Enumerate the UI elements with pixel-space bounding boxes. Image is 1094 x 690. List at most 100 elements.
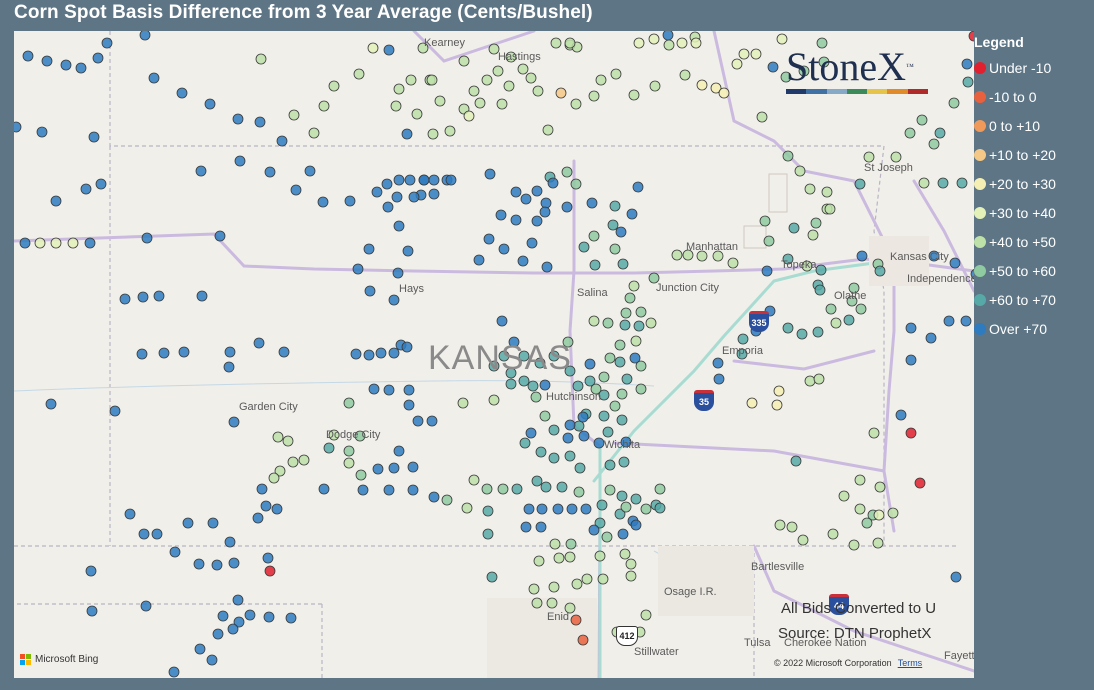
basis-point[interactable] (223, 361, 235, 373)
basis-point[interactable] (645, 317, 657, 329)
basis-point[interactable] (580, 503, 592, 515)
basis-point[interactable] (874, 481, 886, 493)
basis-point[interactable] (649, 80, 661, 92)
basis-point[interactable] (794, 165, 806, 177)
basis-point[interactable] (593, 437, 605, 449)
basis-point[interactable] (256, 483, 268, 495)
basis-point[interactable] (887, 507, 899, 519)
basis-point[interactable] (298, 454, 310, 466)
basis-point[interactable] (676, 37, 688, 49)
basis-point[interactable] (581, 573, 593, 585)
basis-point[interactable] (148, 72, 160, 84)
basis-point[interactable] (621, 373, 633, 385)
basis-point[interactable] (391, 191, 403, 203)
legend-item[interactable]: Over +70 (974, 314, 1094, 343)
basis-point[interactable] (761, 265, 773, 277)
basis-point[interactable] (630, 519, 642, 531)
basis-point[interactable] (566, 503, 578, 515)
basis-point[interactable] (552, 503, 564, 515)
basis-point[interactable] (548, 424, 560, 436)
basis-point[interactable] (786, 521, 798, 533)
basis-point[interactable] (383, 44, 395, 56)
basis-point[interactable] (34, 237, 46, 249)
basis-point[interactable] (578, 430, 590, 442)
basis-point[interactable] (484, 168, 496, 180)
basis-point[interactable] (137, 291, 149, 303)
basis-point[interactable] (22, 50, 34, 62)
basis-point[interactable] (782, 150, 794, 162)
basis-point[interactable] (375, 347, 387, 359)
basis-point[interactable] (263, 611, 275, 623)
basis-point[interactable] (428, 174, 440, 186)
basis-point[interactable] (602, 426, 614, 438)
basis-point[interactable] (574, 462, 586, 474)
basis-point[interactable] (625, 570, 637, 582)
basis-point[interactable] (461, 502, 473, 514)
basis-point[interactable] (541, 261, 553, 273)
basis-point[interactable] (495, 209, 507, 221)
basis-point[interactable] (788, 222, 800, 234)
basis-point[interactable] (712, 357, 724, 369)
basis-point[interactable] (510, 214, 522, 226)
basis-point[interactable] (287, 456, 299, 468)
basis-point[interactable] (731, 58, 743, 70)
basis-point[interactable] (482, 505, 494, 517)
basis-point[interactable] (525, 72, 537, 84)
basis-point[interactable] (827, 528, 839, 540)
basis-point[interactable] (511, 483, 523, 495)
basis-point[interactable] (620, 501, 632, 513)
basis-point[interactable] (928, 138, 940, 150)
basis-point[interactable] (804, 375, 816, 387)
basis-point[interactable] (85, 565, 97, 577)
basis-point[interactable] (36, 126, 48, 138)
basis-point[interactable] (473, 254, 485, 266)
basis-point[interactable] (679, 69, 691, 81)
basis-point[interactable] (388, 462, 400, 474)
basis-point[interactable] (536, 503, 548, 515)
basis-point[interactable] (444, 125, 456, 137)
basis-point[interactable] (401, 128, 413, 140)
basis-point[interactable] (618, 456, 630, 468)
basis-point[interactable] (195, 165, 207, 177)
basis-point[interactable] (561, 166, 573, 178)
basis-point[interactable] (948, 97, 960, 109)
basis-point[interactable] (584, 375, 596, 387)
basis-point[interactable] (363, 243, 375, 255)
basis-point[interactable] (549, 538, 561, 550)
basis-point[interactable] (727, 257, 739, 269)
basis-point[interactable] (458, 55, 470, 67)
basis-point[interactable] (746, 397, 758, 409)
basis-point[interactable] (353, 68, 365, 80)
basis-point[interactable] (570, 178, 582, 190)
basis-point[interactable] (604, 352, 616, 364)
basis-point[interactable] (616, 388, 628, 400)
basis-point[interactable] (523, 503, 535, 515)
basis-point[interactable] (539, 410, 551, 422)
basis-point[interactable] (468, 85, 480, 97)
basis-point[interactable] (244, 609, 256, 621)
basis-point[interactable] (625, 558, 637, 570)
basis-point[interactable] (640, 503, 652, 515)
basis-point[interactable] (854, 178, 866, 190)
basis-point[interactable] (604, 459, 616, 471)
basis-point[interactable] (67, 237, 79, 249)
basis-point[interactable] (596, 499, 608, 511)
basis-point[interactable] (486, 571, 498, 583)
basis-point[interactable] (153, 290, 165, 302)
basis-point[interactable] (555, 87, 567, 99)
basis-point[interactable] (573, 486, 585, 498)
legend-item[interactable]: +40 to +50 (974, 227, 1094, 256)
basis-point[interactable] (617, 528, 629, 540)
basis-point[interactable] (813, 373, 825, 385)
basis-point[interactable] (140, 600, 152, 612)
basis-point[interactable] (810, 217, 822, 229)
basis-point[interactable] (224, 346, 236, 358)
basis-point[interactable] (498, 243, 510, 255)
basis-point[interactable] (411, 108, 423, 120)
basis-point[interactable] (481, 483, 493, 495)
basis-point[interactable] (344, 195, 356, 207)
basis-point[interactable] (628, 280, 640, 292)
basis-point[interactable] (895, 409, 907, 421)
basis-point[interactable] (577, 411, 589, 423)
basis-point[interactable] (584, 358, 596, 370)
